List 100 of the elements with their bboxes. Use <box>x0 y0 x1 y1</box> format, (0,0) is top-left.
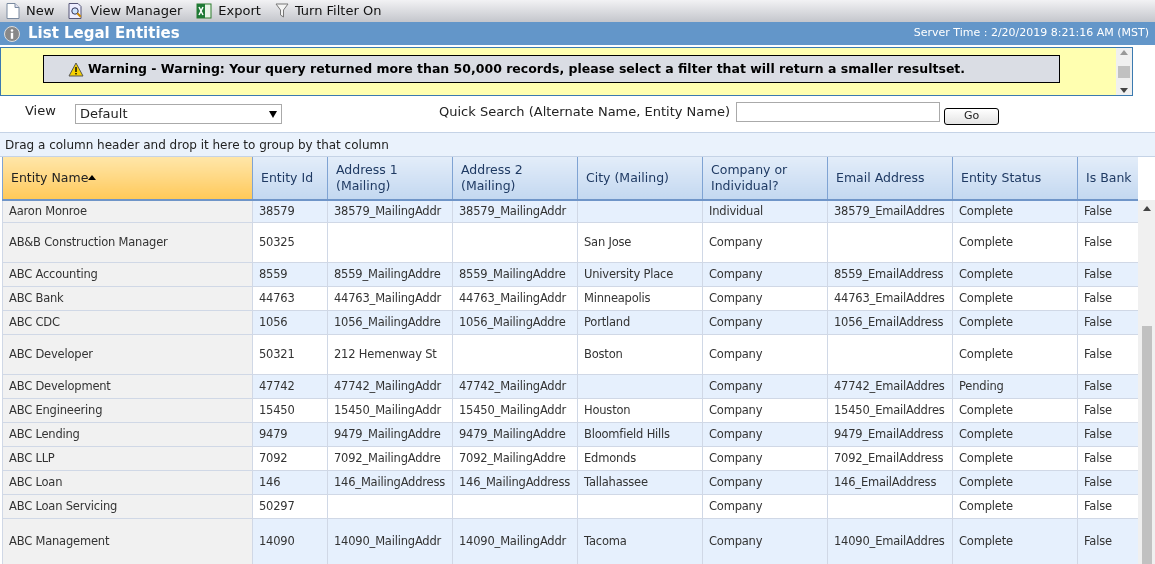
scroll-down-icon[interactable] <box>1120 88 1128 93</box>
table-cell: 14090_EmailAddres <box>834 533 945 548</box>
column-header[interactable]: Entity Status <box>952 157 1078 200</box>
table-cell: 38579 <box>259 203 295 218</box>
quick-search-field[interactable] <box>736 102 941 122</box>
table-cell: 212 Hemenway St <box>334 346 437 361</box>
table-cell: ABC Management <box>9 533 110 548</box>
table-cell: Complete <box>959 474 1013 489</box>
table-cell: ABC Loan Servicing <box>9 498 118 513</box>
table-cell: Complete <box>959 402 1013 417</box>
table-cell: Complete <box>959 426 1013 441</box>
document-magnifier-icon <box>68 3 85 19</box>
column-header[interactable]: Company or Individual? <box>702 157 828 200</box>
spreadsheet-icon <box>196 3 213 19</box>
table-cell: 47742 <box>259 378 295 393</box>
column-header[interactable]: Entity Id <box>252 157 328 200</box>
toolbar-button[interactable]: Export <box>196 1 261 21</box>
table-cell: 44763_EmailAddres <box>834 290 945 305</box>
table-cell: Complete <box>959 314 1013 329</box>
scroll-up-icon[interactable] <box>1142 206 1151 211</box>
table-cell: Company <box>709 346 763 361</box>
table-cell: ABC Bank <box>9 290 64 305</box>
table-cell: 44763_MailingAddr <box>334 290 442 305</box>
table-cell: 14090 <box>259 533 295 548</box>
table-cell: Boston <box>584 346 623 361</box>
warning-icon <box>68 61 84 77</box>
table-cell: Company <box>709 314 763 329</box>
info-icon <box>4 25 20 42</box>
table-cell: False <box>1084 402 1112 417</box>
table-cell: Complete <box>959 203 1013 218</box>
table-cell: 1056_MailingAddre <box>334 314 441 329</box>
column-header[interactable]: Address 2 (Mailing) <box>452 157 578 200</box>
table-cell: 47742_MailingAddr <box>334 378 442 393</box>
table-cell: 7092_EmailAddress <box>834 450 944 465</box>
group-by-panel-hint: Drag a column header and drop it here to group by that column <box>5 136 389 154</box>
table-cell: San Jose <box>584 234 632 249</box>
go-button[interactable]: Go <box>944 107 1000 125</box>
table-cell: 44763 <box>259 290 295 305</box>
scrollbar[interactable] <box>1138 200 1155 564</box>
document-icon <box>6 3 20 19</box>
funnel-icon <box>274 3 289 19</box>
view-label: View <box>25 102 57 121</box>
column-header[interactable]: Email Address <box>827 157 953 200</box>
table-cell: 1056_MailingAddre <box>459 314 566 329</box>
table-cell: False <box>1084 378 1112 393</box>
table-cell: Company <box>709 234 763 249</box>
table-cell: 47742_EmailAddres <box>834 378 945 393</box>
table-cell: Company <box>709 474 763 489</box>
table-cell: Company <box>709 450 763 465</box>
table-cell: Company <box>709 266 763 281</box>
table-cell: 146_MailingAddress <box>459 474 571 489</box>
toolbar-button[interactable]: New <box>6 1 55 21</box>
table-cell: ABC Accounting <box>9 266 98 281</box>
table-cell: ABC Lending <box>9 426 80 441</box>
table-cell: False <box>1084 450 1112 465</box>
table-cell: 8559_MailingAddre <box>334 266 441 281</box>
table-cell: Company <box>709 402 763 417</box>
table-cell: False <box>1084 314 1112 329</box>
table-cell: 9479_EmailAddress <box>834 426 944 441</box>
table-cell: Tacoma <box>584 533 627 548</box>
table-cell: University Place <box>584 266 674 281</box>
table-cell: 38579_MailingAddr <box>459 203 567 218</box>
table-cell: Pending <box>959 378 1004 393</box>
table-cell: Company <box>709 426 763 441</box>
table-cell: 7092_MailingAddre <box>334 450 441 465</box>
table-cell: 8559_EmailAddress <box>834 266 944 281</box>
table-cell: 7092_MailingAddre <box>459 450 566 465</box>
warning-message: Warning - Warning: Your query returned more than 50,000 records, please select a filter that will return a smaller resultset. <box>88 59 966 78</box>
table-cell: Company <box>709 533 763 548</box>
table-cell: False <box>1084 203 1112 218</box>
table-cell: Complete <box>959 290 1013 305</box>
table-cell: 1056_EmailAddress <box>834 314 944 329</box>
sort-ascending-icon <box>88 173 97 180</box>
table-cell: Minneapolis <box>584 290 651 305</box>
table-cell: Complete <box>959 346 1013 361</box>
table-cell: Portland <box>584 314 631 329</box>
table-cell: AB&B Construction Manager <box>9 234 168 249</box>
column-header[interactable]: Address 1 (Mailing) <box>327 157 453 200</box>
toolbar-button[interactable]: View Manager <box>68 1 183 21</box>
table-cell: False <box>1084 290 1112 305</box>
table-cell: 50321 <box>259 346 295 361</box>
column-header[interactable]: Entity Name <box>2 157 253 200</box>
scrollbar[interactable] <box>1116 48 1132 95</box>
column-header[interactable]: Is Bank <box>1077 157 1138 200</box>
table-cell: Tallahassee <box>584 474 648 489</box>
table-cell: 15450_MailingAddr <box>459 402 567 417</box>
table-cell: 7092 <box>259 450 288 465</box>
view-dropdown[interactable]: Default <box>75 104 282 124</box>
toolbar-button[interactable]: Turn Filter On <box>274 1 382 21</box>
table-cell: Complete <box>959 234 1013 249</box>
table-cell: 14090_MailingAddr <box>334 533 442 548</box>
table-cell: 15450_EmailAddres <box>834 402 945 417</box>
table-cell: False <box>1084 474 1112 489</box>
table-cell: 8559 <box>259 266 288 281</box>
table-cell: 38579_EmailAddres <box>834 203 945 218</box>
table-cell: 146_EmailAddress <box>834 474 937 489</box>
table-cell: False <box>1084 346 1112 361</box>
column-header[interactable]: City (Mailing) <box>577 157 703 200</box>
table-cell: 9479_MailingAddre <box>459 426 566 441</box>
table-cell: 44763_MailingAddr <box>459 290 567 305</box>
